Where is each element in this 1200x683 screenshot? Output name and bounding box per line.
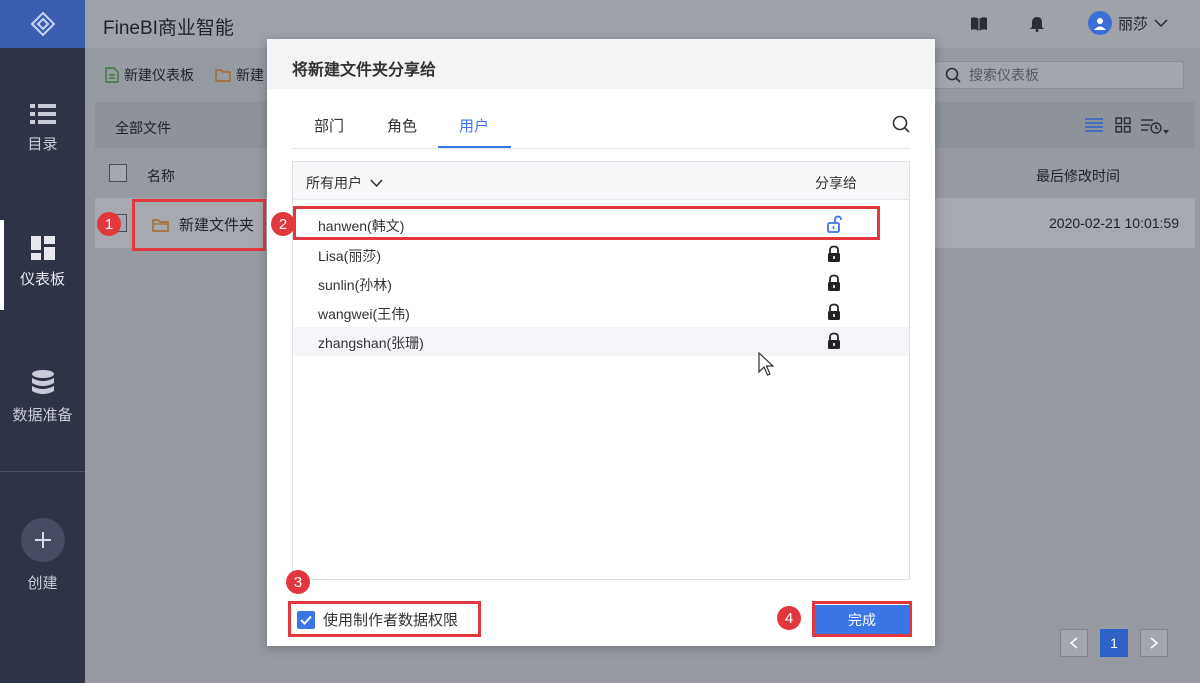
user-name: sunlin(孙林) <box>318 277 392 293</box>
list-view-icon[interactable] <box>1085 117 1103 133</box>
tab-user[interactable]: 用户 <box>459 115 489 136</box>
sidebar-item-label: 创建 <box>27 575 58 592</box>
folder-item[interactable]: 新建文件夹 <box>152 214 254 235</box>
bell-icon[interactable] <box>1030 16 1044 32</box>
new-dashboard-label: 新建仪表板 <box>124 67 194 83</box>
user-filter-label: 所有用户 <box>306 175 362 191</box>
tab-department[interactable]: 部门 <box>314 115 344 136</box>
page-number-current[interactable]: 1 <box>1100 629 1128 657</box>
new-folder-button[interactable]: 新建 <box>215 65 264 85</box>
search-icon[interactable] <box>892 115 910 133</box>
list-icon <box>29 104 56 124</box>
sidebar-item-label: 数据准备 <box>12 407 73 424</box>
annotation-number-2: 2 <box>271 212 295 236</box>
sort-icon[interactable] <box>1141 117 1169 135</box>
user-list-header: 所有用户 分享给 <box>293 162 909 200</box>
logo[interactable] <box>0 0 85 48</box>
user-name: wangwei(王伟) <box>318 306 410 322</box>
sidebar-divider <box>0 471 85 472</box>
lock-icon[interactable] <box>827 245 841 263</box>
sidebar-item-label: 目录 <box>27 136 58 153</box>
finebi-logo-icon <box>30 11 55 37</box>
new-dashboard-icon <box>105 67 119 83</box>
folder-icon <box>215 69 231 82</box>
annotation-number-1: 1 <box>97 212 121 236</box>
prev-page-button[interactable] <box>1060 629 1088 657</box>
folder-icon <box>152 218 169 232</box>
row-modified-date: 2020-02-21 10:01:59 <box>1049 215 1179 231</box>
dashboard-icon <box>30 236 55 260</box>
user-name: Lisa(丽莎) <box>318 248 382 264</box>
dashboard-search[interactable] <box>934 61 1184 89</box>
chevron-down-icon <box>370 179 383 187</box>
sidebar-item-catalog[interactable]: 目录 <box>0 103 85 154</box>
lock-icon[interactable] <box>827 332 841 350</box>
search-icon <box>945 67 961 83</box>
book-icon[interactable] <box>970 16 988 32</box>
chevron-down-icon <box>1154 19 1168 27</box>
database-icon <box>31 370 54 394</box>
user-row[interactable]: wangwei(王伟) <box>293 298 909 327</box>
search-input[interactable] <box>969 67 1169 83</box>
user-name: 丽莎 <box>1118 15 1149 33</box>
share-dialog: 将新建文件夹分享给 部门 角色 用户 所有用户 分享给 hanwen(韩文) L… <box>267 39 935 646</box>
next-page-button[interactable] <box>1140 629 1168 657</box>
grid-view-icon[interactable] <box>1115 117 1131 133</box>
user-name: zhangshan(张珊) <box>318 335 424 351</box>
annotation-box-3 <box>288 601 481 637</box>
annotation-number-4: 4 <box>777 606 801 630</box>
breadcrumb[interactable]: 全部文件 <box>115 118 171 138</box>
user-row[interactable]: zhangshan(张珊) <box>293 327 909 356</box>
tab-role[interactable]: 角色 <box>387 115 417 136</box>
user-row[interactable]: sunlin(孙林) <box>293 269 909 298</box>
sidebar: 目录 仪表板 数据准备 创建 <box>0 0 85 683</box>
dialog-title: 将新建文件夹分享给 <box>292 62 437 79</box>
folder-name: 新建文件夹 <box>179 217 255 234</box>
user-filter-dropdown[interactable]: 所有用户 <box>306 173 383 193</box>
pagination: 1 <box>1060 629 1168 657</box>
column-header-name[interactable]: 名称 <box>147 166 175 186</box>
dialog-tabs: 部门 角色 用户 <box>292 103 910 149</box>
chevron-right-icon <box>1150 637 1158 649</box>
select-all-checkbox[interactable] <box>109 164 127 182</box>
plus-icon <box>20 518 65 562</box>
new-folder-label: 新建 <box>236 67 264 83</box>
annotation-number-3: 3 <box>286 570 310 594</box>
active-tab-indicator <box>438 146 511 148</box>
annotation-box-2 <box>293 206 880 240</box>
sidebar-item-data-prep[interactable]: 数据准备 <box>0 370 85 425</box>
column-header-modified[interactable]: 最后修改时间 <box>1036 166 1120 186</box>
annotation-box-4 <box>812 601 912 637</box>
user-row[interactable]: Lisa(丽莎) <box>293 240 909 269</box>
lock-icon[interactable] <box>827 274 841 292</box>
chevron-left-icon <box>1070 637 1078 649</box>
sidebar-item-dashboard[interactable]: 仪表板 <box>0 220 85 310</box>
avatar <box>1088 11 1112 35</box>
dialog-header: 将新建文件夹分享给 <box>267 39 935 89</box>
new-dashboard-button[interactable]: 新建仪表板 <box>105 65 194 85</box>
mouse-cursor-icon <box>758 352 775 376</box>
user-menu[interactable]: 丽莎 <box>1088 11 1168 35</box>
share-column-header: 分享给 <box>815 175 857 191</box>
sidebar-item-create[interactable]: 创建 <box>0 518 85 593</box>
sidebar-item-label: 仪表板 <box>19 271 65 288</box>
lock-icon[interactable] <box>827 303 841 321</box>
app-title: FineBI商业智能 <box>103 18 234 39</box>
